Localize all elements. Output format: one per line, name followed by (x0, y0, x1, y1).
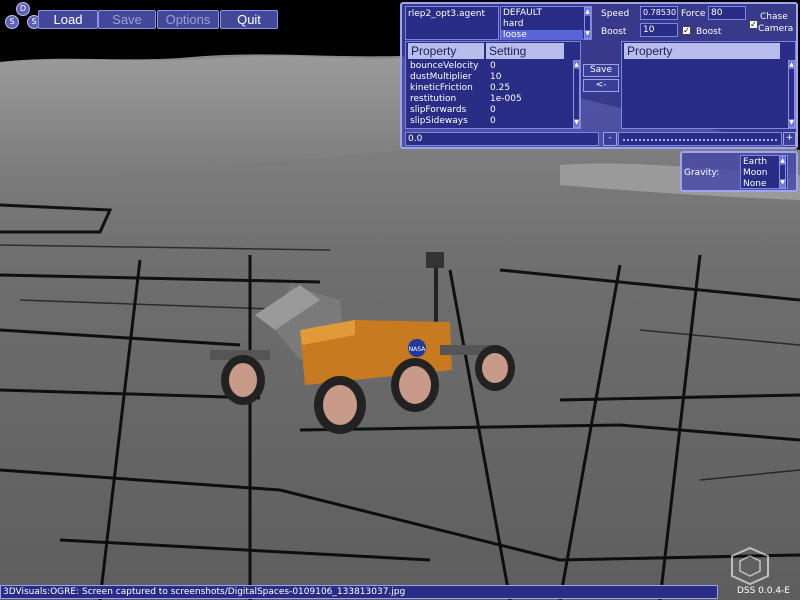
gravity-option-earth[interactable]: Earth (743, 157, 767, 167)
property-value: 1e-005 (490, 94, 522, 104)
table-row[interactable]: kineticFriction 0.25 (410, 83, 510, 94)
copy-left-button[interactable]: <- (583, 79, 619, 92)
value-edit-field[interactable]: 0.0 (405, 132, 599, 146)
table-row[interactable]: slipForwards 0 (410, 105, 496, 116)
property-name: restitution (410, 94, 457, 104)
boost-label: Boost (601, 27, 627, 37)
camera-label: Camera (758, 24, 794, 34)
table-row[interactable]: dustMultiplier 10 (410, 72, 501, 83)
options-button[interactable]: Options (157, 10, 219, 29)
table-row[interactable]: slipSideways 0 (410, 116, 496, 127)
property-table-scrollbar[interactable]: ▲ ▼ (573, 60, 580, 128)
preset-default[interactable]: DEFAULT (503, 8, 542, 18)
boost-check-label: Boost (696, 27, 722, 37)
force-field[interactable]: 80 (708, 6, 746, 20)
slider-minus-button[interactable]: - (603, 132, 617, 146)
status-bar: 3DVisuals:OGRE: Screen captured to scree… (0, 585, 718, 599)
save-property-button[interactable]: Save (583, 64, 619, 77)
property-value: 0 (490, 61, 496, 71)
right-property-table: Property ▲ ▼ (621, 41, 796, 129)
agent-file-name[interactable]: rlep2_opt3.agent (408, 9, 485, 19)
chase-label: Chase (760, 12, 788, 22)
preset-loose[interactable]: loose (501, 30, 583, 40)
property-value: 0 (490, 105, 496, 115)
load-button[interactable]: Load (38, 10, 98, 29)
boost-field[interactable]: 10 (640, 23, 678, 37)
agent-properties-panel: rlep2_opt3.agent DEFAULT hard loose ▲ ▼ S… (400, 2, 798, 149)
speed-value: 0.78530 (643, 8, 677, 17)
status-message: 3DVisuals:OGRE: Screen captured to scree… (3, 587, 406, 597)
preset-scrollbar[interactable]: ▲ ▼ (584, 7, 591, 39)
property-value: 0.25 (490, 83, 511, 93)
boost-value: 10 (643, 25, 655, 35)
table-row[interactable]: restitution 1e-005 (410, 94, 522, 105)
gravity-option-moon[interactable]: Moon (743, 168, 767, 178)
logo-letter-d: D (16, 2, 30, 16)
property-name: bounceVelocity (410, 61, 479, 71)
slider-track (623, 139, 777, 141)
force-value: 80 (711, 8, 723, 18)
preset-hard[interactable]: hard (503, 19, 523, 29)
property-table: Property Setting bounceVelocity 0 dustMul… (405, 41, 581, 129)
property-value: 0 (490, 116, 496, 126)
gravity-label: Gravity: (684, 168, 720, 178)
preset-list[interactable]: DEFAULT hard loose ▲ ▼ (500, 6, 592, 40)
speed-field[interactable]: 0.78530 (640, 6, 678, 20)
right-table-scrollbar[interactable]: ▲ ▼ (788, 60, 795, 128)
property-value: 10 (490, 72, 502, 82)
gravity-option-none[interactable]: None (743, 179, 766, 189)
speed-label: Speed (601, 9, 630, 19)
boost-checkbox[interactable]: ✓ (682, 26, 691, 35)
setting-header[interactable]: Setting (486, 43, 564, 59)
edit-value: 0.0 (408, 134, 423, 144)
property-name: kineticFriction (410, 83, 473, 93)
property-name: slipForwards (410, 105, 467, 115)
right-property-header[interactable]: Property (624, 43, 780, 59)
property-name: slipSideways (410, 116, 468, 126)
agent-file-list[interactable]: rlep2_opt3.agent (405, 6, 499, 40)
value-slider[interactable] (618, 132, 782, 146)
slider-plus-button[interactable]: + (783, 132, 796, 146)
gravity-panel: Gravity: Earth Moon None ▲ ▼ (680, 151, 798, 192)
property-header[interactable]: Property (408, 43, 484, 59)
gravity-scrollbar[interactable]: ▲ ▼ (779, 156, 786, 188)
property-name: dustMultiplier (410, 72, 472, 82)
force-label: Force (681, 9, 706, 19)
chase-camera-checkbox[interactable]: ✓ (749, 20, 758, 29)
nasa-badge: NASA (409, 346, 427, 353)
table-row[interactable]: bounceVelocity 0 (410, 61, 496, 72)
save-button[interactable]: Save (98, 10, 156, 29)
dss-logo: D S S (4, 2, 41, 30)
logo-letter-s1: S (5, 15, 19, 29)
quit-button[interactable]: Quit (220, 10, 278, 29)
version-label: DSS 0.0.4-E (736, 586, 790, 596)
